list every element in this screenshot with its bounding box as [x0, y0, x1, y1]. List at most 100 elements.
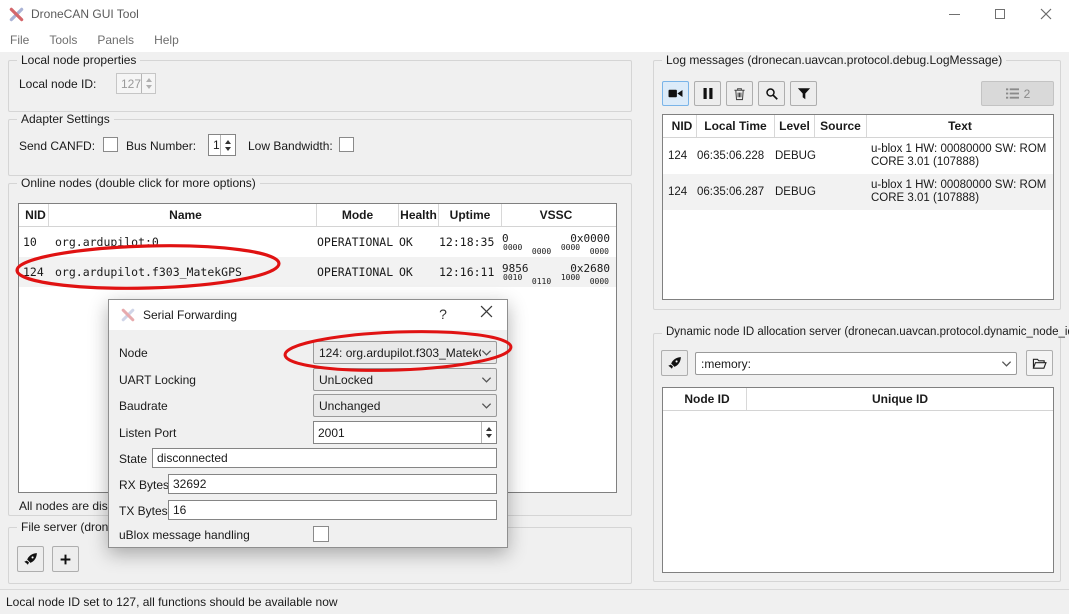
node-combobox[interactable]: 124: org.ardupilot.f303_MatekGPS — [313, 341, 497, 364]
search-icon — [765, 87, 779, 101]
adapter-settings-group: Adapter Settings Send CANFD: Bus Number:… — [8, 119, 632, 176]
ublox-handling-checkbox[interactable] — [313, 526, 329, 542]
local-node-id-spinner: 127 — [116, 73, 156, 94]
send-canfd-label: Send CANFD: — [19, 139, 95, 153]
dialog-help-button[interactable]: ? — [434, 306, 452, 322]
local-node-properties-group: Local node properties Local node ID: 127 — [8, 60, 632, 112]
allocation-table[interactable]: Node ID Unique ID — [662, 387, 1054, 573]
maximize-icon — [995, 9, 1005, 19]
folder-open-icon — [1032, 356, 1047, 370]
group-title: Online nodes (double click for more opti… — [17, 176, 260, 190]
col-vssc[interactable]: VSSC — [502, 204, 610, 226]
log-filter-button[interactable] — [790, 81, 817, 106]
col-source[interactable]: Source — [815, 115, 867, 137]
col-unique-id[interactable]: Unique ID — [747, 388, 1053, 410]
log-row[interactable]: 124 06:35:06.287 DEBUG u-blox 1 HW: 0008… — [663, 174, 1053, 210]
chevron-down-icon — [481, 402, 492, 410]
low-bandwidth-checkbox[interactable] — [339, 137, 354, 152]
state-field[interactable]: disconnected — [152, 448, 497, 468]
bus-number-spinner[interactable]: 1 — [208, 134, 236, 156]
rocket-icon — [667, 356, 682, 371]
baudrate-label: Baudrate — [119, 399, 168, 413]
col-text[interactable]: Text — [867, 115, 1053, 137]
log-search-button[interactable] — [758, 81, 785, 106]
node-row-124[interactable]: 124 org.ardupilot.f303_MatekGPS OPERATIO… — [19, 257, 616, 287]
chevron-down-icon — [481, 349, 492, 357]
group-title: Local node properties — [17, 53, 140, 67]
col-health[interactable]: Health — [399, 204, 439, 226]
minimize-icon — [949, 14, 960, 15]
log-clear-button[interactable] — [726, 81, 753, 106]
table-header[interactable]: NID Local Time Level Source Text — [663, 115, 1053, 138]
uart-locking-label: UART Locking — [119, 373, 196, 387]
menu-help[interactable]: Help — [144, 33, 189, 47]
table-header[interactable]: NID Name Mode Health Uptime VSSC — [19, 204, 616, 227]
spinner-arrows-icon[interactable] — [220, 135, 235, 155]
rx-bytes-label: RX Bytes — [119, 478, 169, 492]
uart-locking-combobox[interactable]: UnLocked — [313, 368, 497, 391]
file-server-add-path-button[interactable] — [52, 546, 79, 572]
dialog-close-button[interactable] — [480, 305, 493, 318]
log-row[interactable]: 124 06:35:06.228 DEBUG u-blox 1 HW: 0008… — [663, 138, 1053, 174]
pause-icon — [702, 87, 714, 100]
log-record-button[interactable] — [662, 81, 689, 106]
col-node-id[interactable]: Node ID — [663, 388, 747, 410]
allocation-db-combobox[interactable]: :memory: — [695, 352, 1017, 375]
dialog-title: Serial Forwarding — [143, 308, 237, 322]
menu-tools[interactable]: Tools — [39, 33, 87, 47]
ublox-handling-label: uBlox message handling — [119, 528, 250, 542]
log-pause-button[interactable] — [694, 81, 721, 106]
file-server-start-button[interactable] — [17, 546, 44, 572]
minimize-button[interactable] — [931, 0, 977, 28]
menubar: File Tools Panels Help — [0, 28, 1069, 52]
db-path-value: :memory: — [701, 357, 1001, 371]
col-mode[interactable]: Mode — [317, 204, 399, 226]
local-node-id-label: Local node ID: — [19, 77, 96, 91]
menu-panels[interactable]: Panels — [87, 33, 144, 47]
group-title: Log messages (dronecan.uavcan.protocol.d… — [662, 53, 1006, 67]
log-messages-group: Log messages (dronecan.uavcan.protocol.d… — [653, 60, 1061, 310]
baudrate-combobox[interactable]: Unchanged — [313, 394, 497, 417]
close-icon — [1040, 8, 1052, 20]
col-level[interactable]: Level — [775, 115, 815, 137]
col-uptime[interactable]: Uptime — [439, 204, 502, 226]
browse-db-button[interactable] — [1026, 350, 1053, 376]
send-canfd-checkbox[interactable] — [103, 137, 118, 152]
low-bandwidth-label: Low Bandwidth: — [248, 139, 333, 153]
trash-icon — [733, 87, 746, 101]
close-button[interactable] — [1023, 0, 1069, 28]
app-logo-icon — [9, 7, 24, 22]
col-nid[interactable]: NID — [19, 204, 49, 226]
dialog-titlebar[interactable]: Serial Forwarding ? — [109, 300, 507, 330]
menu-file[interactable]: File — [0, 33, 39, 47]
spinner-arrows-icon[interactable] — [481, 422, 496, 443]
serial-forwarding-dialog: Serial Forwarding ? Node 124: org.ardupi… — [108, 299, 508, 548]
status-message: Local node ID set to 127, all functions … — [6, 595, 338, 609]
rx-bytes-field[interactable]: 32692 — [168, 474, 497, 494]
log-history-pages-button: 2 — [981, 81, 1054, 106]
chevron-down-icon — [1001, 360, 1012, 368]
dynamic-node-id-group: Dynamic node ID allocation server (drone… — [653, 333, 1061, 582]
listen-port-spinner[interactable]: 2001 — [313, 421, 497, 444]
plus-icon — [59, 553, 72, 566]
vssc-cell: 00x0000 0000000000000000 — [502, 233, 610, 252]
history-count: 2 — [1024, 87, 1031, 101]
status-bar: Local node ID set to 127, all functions … — [0, 589, 1069, 614]
table-header[interactable]: Node ID Unique ID — [663, 388, 1053, 411]
app-window: DroneCAN GUI Tool File Tools Panels Help… — [0, 0, 1069, 614]
window-titlebar: DroneCAN GUI Tool — [0, 0, 1069, 28]
node-row-10[interactable]: 10 org.ardupilot:0 OPERATIONAL OK 12:18:… — [19, 227, 616, 257]
video-camera-icon — [668, 87, 683, 100]
vssc-cell: 98560x2680 0010011010000000 — [502, 263, 610, 282]
tx-bytes-label: TX Bytes — [119, 504, 168, 518]
col-nid[interactable]: NID — [663, 115, 697, 137]
tx-bytes-field[interactable]: 16 — [168, 500, 497, 520]
maximize-button[interactable] — [977, 0, 1023, 28]
app-logo-icon — [121, 308, 135, 322]
col-local-time[interactable]: Local Time — [697, 115, 775, 137]
allocation-server-start-button[interactable] — [661, 350, 688, 376]
group-title: Adapter Settings — [17, 112, 114, 126]
list-icon — [1005, 87, 1020, 100]
col-name[interactable]: Name — [49, 204, 317, 226]
log-table[interactable]: NID Local Time Level Source Text 124 06:… — [662, 114, 1054, 300]
